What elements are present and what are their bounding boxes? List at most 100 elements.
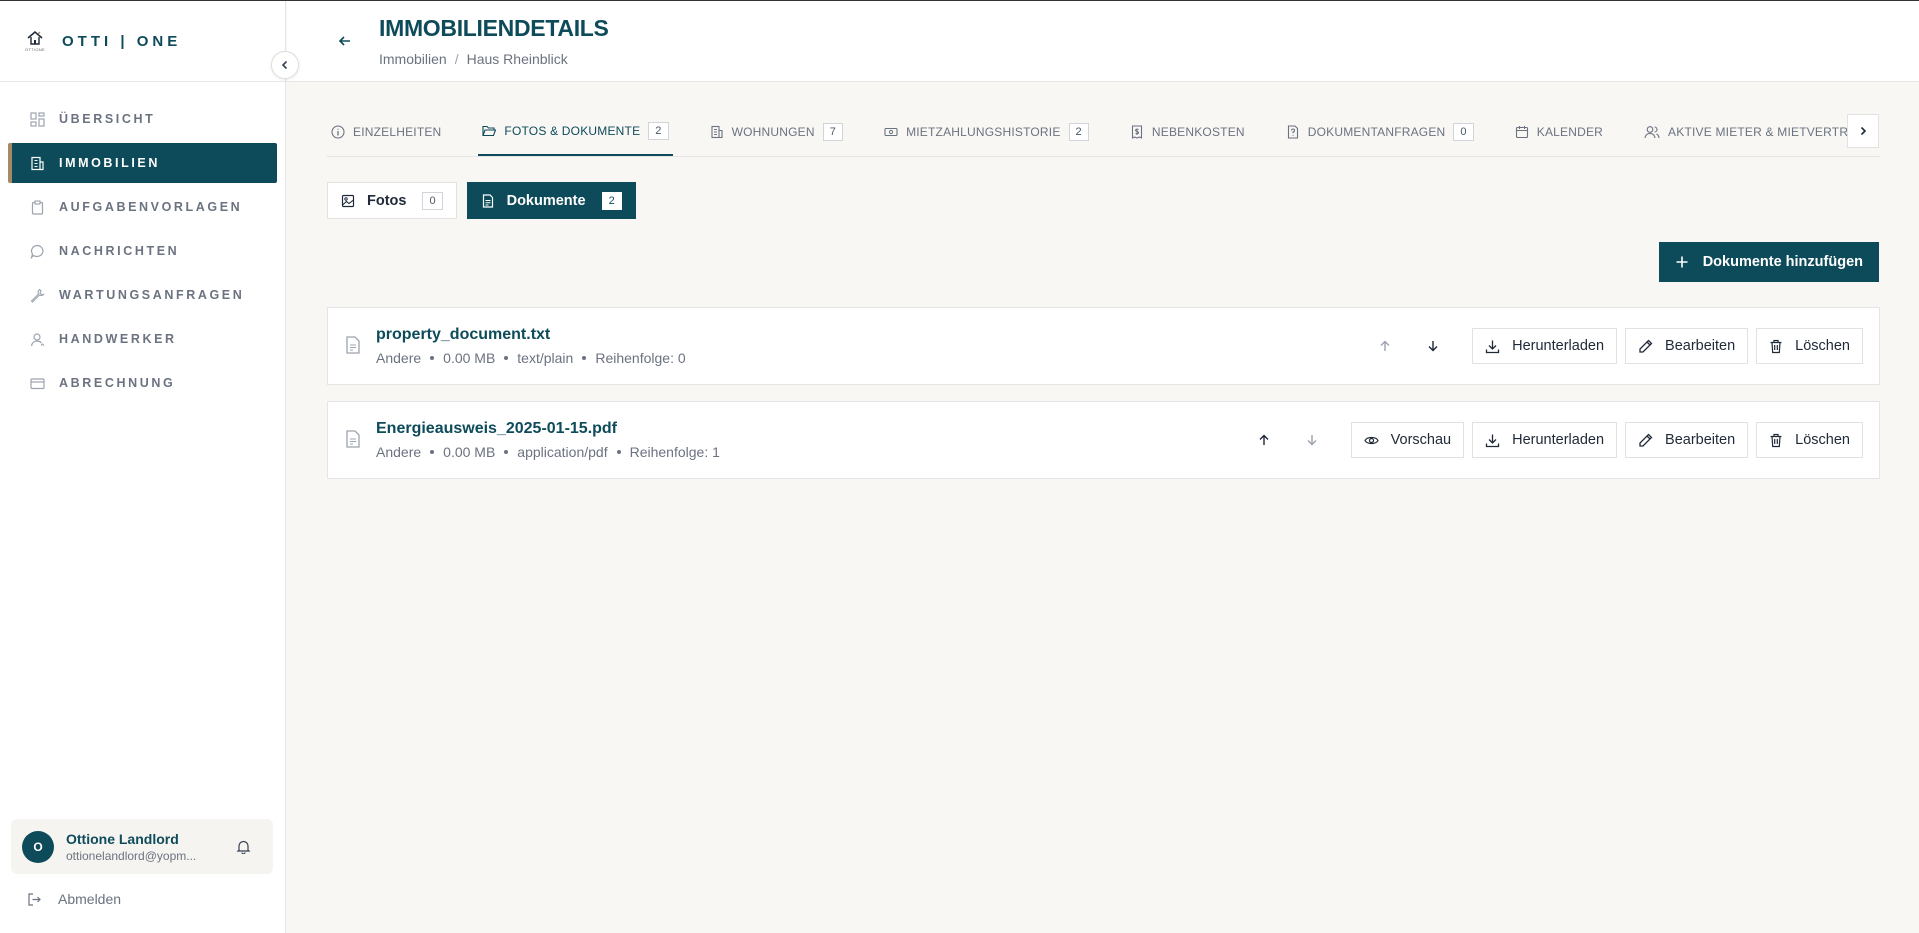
tab-count-badge: 0 [1453, 122, 1474, 141]
logo-area: OTTIONE OTTI | ONE [0, 1, 299, 82]
download-button[interactable]: Herunterladen [1472, 422, 1618, 458]
delete-label: Löschen [1795, 432, 1850, 448]
tab-label: DOKUMENTANFRAGEN [1307, 124, 1446, 139]
download-button[interactable]: Herunterladen [1472, 328, 1618, 364]
sidebar-item-nachrichten[interactable]: NACHRICHTEN [8, 231, 277, 271]
chevron-right-icon [1860, 126, 1867, 136]
tab-label: FOTOS & DOKUMENTE [504, 123, 641, 138]
folder-icon [482, 125, 497, 136]
document-row: Energieausweis_2025-01-15.pdf Andere 0.0… [327, 401, 1880, 479]
document-size: 0.00 MB [443, 350, 496, 366]
tab-aktive-mieter[interactable]: AKTIVE MIETER & MIETVERTRÄGE 1 [1640, 107, 1880, 156]
calendar-icon [1515, 125, 1528, 138]
add-documents-label: Dokumente hinzufügen [1702, 254, 1863, 270]
breadcrumb-item-immobilien[interactable]: Immobilien [379, 51, 447, 67]
credit-card-icon [30, 377, 45, 389]
tab-kalender[interactable]: KALENDER [1511, 107, 1607, 156]
edit-label: Bearbeiten [1665, 338, 1736, 354]
notifications-button[interactable] [236, 839, 251, 854]
sidebar-item-uebersicht[interactable]: ÜBERSICHT [8, 99, 277, 139]
tab-fotos-dokumente[interactable]: FOTOS & DOKUMENTE 2 [478, 107, 673, 156]
sidebar-nav: ÜBERSICHT IMMOBILIEN AUFGABENVORLAGEN NA… [0, 82, 285, 403]
edit-label: Bearbeiten [1665, 432, 1736, 448]
edit-button[interactable]: Bearbeiten [1625, 328, 1749, 364]
tab-nebenkosten[interactable]: NEBENKOSTEN [1126, 107, 1249, 156]
tab-mietzahlungshistorie[interactable]: MIETZAHLUNGSHISTORIE 2 [880, 107, 1093, 156]
document-meta: Andere 0.00 MB application/pdf Reihenfol… [376, 444, 720, 460]
move-down-button[interactable] [1416, 328, 1450, 364]
document-actions: Vorschau Herunterladen Bearbeiten Lösche… [1247, 422, 1863, 458]
banknote-icon [884, 127, 898, 136]
meta-separator [616, 450, 621, 454]
avatar: O [22, 830, 54, 863]
document-name[interactable]: Energieausweis_2025-01-15.pdf [376, 420, 617, 438]
logout-icon [28, 892, 41, 906]
edit-button[interactable]: Bearbeiten [1625, 422, 1749, 458]
meta-separator [582, 356, 587, 360]
user-icon [30, 332, 45, 346]
sidebar-item-wartungsanfragen[interactable]: WARTUNGSANFRAGEN [8, 275, 277, 315]
preview-button[interactable]: Vorschau [1350, 422, 1465, 458]
tab-label: NEBENKOSTEN [1151, 124, 1245, 139]
sidebar-item-label: AUFGABENVORLAGEN [59, 200, 243, 214]
download-label: Herunterladen [1512, 432, 1605, 448]
tab-count-badge: 7 [822, 122, 844, 141]
arrow-left-icon [338, 36, 350, 46]
sidebar-item-label: IMMOBILIEN [59, 156, 160, 170]
pencil-icon [1639, 339, 1653, 353]
document-order: Reihenfolge: 1 [629, 444, 720, 460]
move-up-button[interactable] [1368, 328, 1402, 364]
trash-icon [1770, 339, 1782, 353]
logout-button[interactable]: Abmelden [27, 891, 121, 907]
add-documents-button[interactable]: Dokumente hinzufügen [1658, 242, 1879, 282]
subtab-label: Dokumente [506, 192, 586, 209]
sidebar-item-abrechnung[interactable]: ABRECHNUNG [8, 363, 277, 403]
file-text-icon [345, 430, 361, 448]
back-button[interactable] [337, 33, 353, 49]
pencil-icon [1639, 433, 1653, 447]
meta-separator [430, 450, 435, 454]
meta-separator [504, 450, 509, 454]
sidebar-item-aufgabenvorlagen[interactable]: AUFGABENVORLAGEN [8, 187, 277, 227]
trash-icon [1770, 433, 1782, 447]
tab-einzelheiten[interactable]: EINZELHEITEN [327, 107, 445, 156]
download-icon [1485, 340, 1500, 353]
subtab-count-badge: 0 [422, 191, 443, 210]
plus-icon [1676, 256, 1688, 268]
tabs-scroll-right-button[interactable] [1847, 114, 1879, 148]
subtab-dokumente[interactable]: Dokumente 2 [466, 182, 636, 219]
arrow-up-icon [1380, 340, 1390, 351]
receipt-icon [1131, 124, 1142, 139]
move-up-button[interactable] [1247, 422, 1281, 458]
detail-tabs: EINZELHEITEN FOTOS & DOKUMENTE 2 WOHNUNG… [327, 107, 1880, 157]
tab-label: WOHNUNGEN [731, 124, 815, 139]
user-profile-card[interactable]: O Ottione Landlord ottionelandlord@yopm.… [11, 819, 273, 874]
user-name: Ottione Landlord [66, 830, 179, 847]
tab-label: MIETZAHLUNGSHISTORIE [906, 124, 1061, 139]
tab-wohnungen[interactable]: WOHNUNGEN 7 [706, 107, 847, 156]
document-order: Reihenfolge: 0 [595, 350, 686, 366]
delete-button[interactable]: Löschen [1756, 422, 1863, 458]
tab-count-badge: 2 [1068, 122, 1089, 141]
move-down-button[interactable] [1295, 422, 1329, 458]
document-size: 0.00 MB [443, 444, 496, 460]
document-meta: Andere 0.00 MB text/plain Reihenfolge: 0 [376, 350, 686, 366]
file-question-icon [1287, 124, 1298, 139]
building-icon [711, 125, 723, 138]
sidebar-item-handwerker[interactable]: HANDWERKER [8, 319, 277, 359]
collapse-sidebar-button[interactable] [271, 51, 299, 79]
info-icon [331, 124, 345, 139]
tab-dokumentanfragen[interactable]: DOKUMENTANFRAGEN 0 [1282, 107, 1478, 156]
subtab-fotos[interactable]: Fotos 0 [327, 182, 457, 219]
brand-name: OTTI | ONE [62, 32, 182, 50]
arrow-down-icon [1428, 341, 1438, 352]
sidebar-item-immobilien[interactable]: IMMOBILIEN [8, 143, 277, 183]
bell-icon [236, 840, 251, 854]
arrow-up-icon [1259, 434, 1269, 445]
document-name[interactable]: property_document.txt [376, 326, 550, 344]
message-icon [30, 244, 44, 259]
document-row: property_document.txt Andere 0.00 MB tex… [327, 307, 1880, 385]
logout-label: Abmelden [58, 891, 122, 907]
delete-button[interactable]: Löschen [1756, 328, 1863, 364]
file-text-icon [345, 336, 361, 354]
